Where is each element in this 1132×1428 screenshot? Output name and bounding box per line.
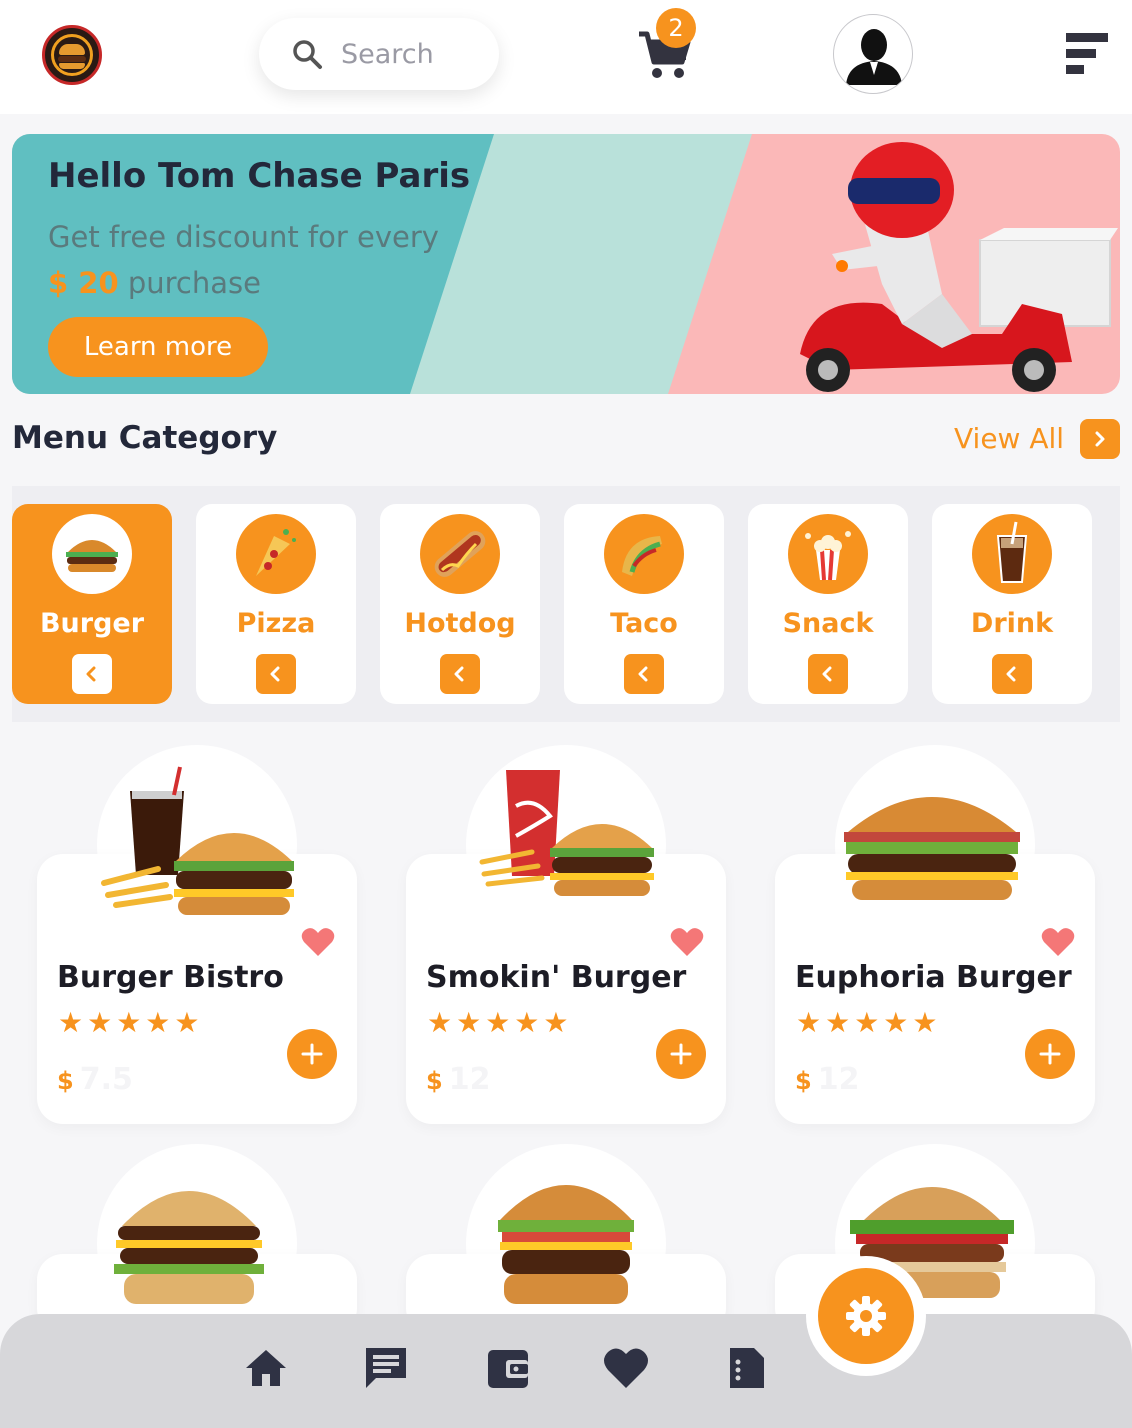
rating-stars: ★★★★★ [58,1006,204,1039]
chevron-left-icon[interactable] [256,654,296,694]
favorite-heart-icon[interactable] [1041,927,1075,957]
plus-icon [301,1043,323,1065]
home-icon[interactable] [242,1344,290,1392]
product-price: $12 [795,1062,859,1097]
delivery-scooter-illustration [800,142,1118,392]
menu-icon[interactable] [1066,33,1108,75]
add-to-cart-button[interactable] [287,1029,337,1079]
wallet-icon[interactable] [484,1344,532,1392]
settings-icon [846,1296,886,1336]
price-currency: $ [57,1067,74,1095]
category-burger[interactable]: Burger [12,504,172,704]
pizza-icon [236,514,316,594]
favorite-heart-icon[interactable] [670,927,704,957]
category-label: Hotdog [404,608,516,639]
greeting: Hello Tom Chase Paris [48,156,471,196]
view-all-link[interactable]: View All [954,422,1064,455]
burger-logo[interactable] [42,25,102,85]
view-all-button[interactable] [1080,419,1120,459]
promo-suffix: purchase [127,266,261,300]
category-label: Snack [782,608,874,639]
category-drink[interactable]: Drink [932,504,1092,704]
category-hotdog[interactable]: Hotdog [380,504,540,704]
chevron-left-icon[interactable] [72,654,112,694]
promo-banner: Hello Tom Chase Paris Get free discount … [12,134,1120,394]
hotdog-icon [420,514,500,594]
heart-icon[interactable] [602,1344,650,1392]
chevron-left-icon[interactable] [440,654,480,694]
product-price: $7.5 [57,1062,133,1097]
taco-icon [604,514,684,594]
category-taco[interactable]: Taco [564,504,724,704]
search-icon [293,40,322,69]
plus-icon [1039,1043,1061,1065]
burger-icon [52,514,132,594]
top-bar: Search 2 [0,0,1132,114]
rating-stars: ★★★★★ [796,1006,942,1039]
chat-icon[interactable] [362,1344,410,1392]
product-name: Smokin' Burger [426,960,687,995]
search-placeholder: Search [341,38,434,70]
price-value: 7.5 [79,1062,133,1097]
chevron-left-icon[interactable] [624,654,664,694]
product-image-burger-bistro [101,766,294,915]
price-value: 12 [448,1062,491,1097]
settings-button[interactable] [818,1268,914,1364]
promo-amount: $ 20 [48,266,119,300]
product-name: Burger Bistro [57,960,284,995]
product-image-euphoria-burger [844,797,1020,900]
user-silhouette-icon [846,29,902,85]
chevron-left-icon[interactable] [808,654,848,694]
rating-stars: ★★★★★ [427,1006,573,1039]
popcorn-icon [788,514,868,594]
product-image-tall-burger [498,1185,634,1304]
category-pizza[interactable]: Pizza [196,504,356,704]
promo-text-line1: Get free discount for every [48,220,439,254]
plus-icon [670,1043,692,1065]
chevron-left-icon[interactable] [992,654,1032,694]
chevron-right-icon [1095,431,1105,447]
price-currency: $ [426,1067,443,1095]
category-label: Taco [610,608,678,639]
document-icon[interactable] [722,1344,770,1392]
category-label: Pizza [236,608,316,639]
bottom-navigation [0,1314,1132,1428]
category-label: Burger [39,608,145,639]
search-input[interactable]: Search [259,18,499,90]
cart-count-badge: 2 [656,8,696,48]
product-name: Euphoria Burger [795,960,1072,995]
price-currency: $ [795,1067,812,1095]
favorite-heart-icon[interactable] [301,927,335,957]
product-image-smokin-burger [479,770,654,896]
promo-text-line2: $ 20 purchase [48,266,261,300]
add-to-cart-button[interactable] [656,1029,706,1079]
drink-icon [972,514,1052,594]
section-title: Menu Category [12,420,278,456]
category-snack[interactable]: Snack [748,504,908,704]
add-to-cart-button[interactable] [1025,1029,1075,1079]
product-price: $12 [426,1062,490,1097]
product-image-double-burger [114,1191,264,1304]
learn-more-button[interactable]: Learn more [48,317,268,377]
price-value: 12 [817,1062,860,1097]
category-label: Drink [970,608,1054,639]
user-avatar[interactable] [833,14,913,94]
